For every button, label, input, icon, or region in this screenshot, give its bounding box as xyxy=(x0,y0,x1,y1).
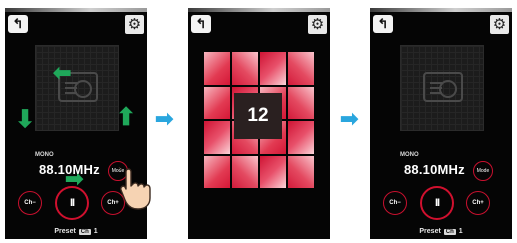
channel-badge: Ch xyxy=(78,229,91,235)
preset-indicator: Preset Ch 1 xyxy=(370,228,512,235)
album-art xyxy=(35,45,119,131)
status-strip xyxy=(370,8,512,12)
screen-3: ↰ ⚙ MONO 88.10MHz Mode Ch− II Ch+ Preset… xyxy=(370,8,512,239)
preset-number: 1 xyxy=(458,228,463,235)
channel-badge: Ch xyxy=(443,229,456,235)
frequency-display: 88.10MHz xyxy=(39,162,100,177)
album-art xyxy=(400,45,484,131)
preset-tile[interactable] xyxy=(288,86,314,119)
channel-down-button[interactable]: Ch− xyxy=(18,191,42,215)
preset-number-overlay: 12 xyxy=(234,93,282,139)
preset-tile[interactable] xyxy=(204,155,230,188)
preset-tile[interactable] xyxy=(204,121,230,154)
status-strip xyxy=(188,8,330,12)
preset-tile[interactable] xyxy=(204,86,230,119)
pause-button[interactable]: II xyxy=(55,186,89,220)
status-strip xyxy=(5,8,147,12)
tap-hand-icon xyxy=(118,166,151,210)
swipe-down-arrow-icon: ⬇ xyxy=(15,106,36,133)
settings-button[interactable]: ⚙ xyxy=(490,15,509,34)
radio-icon xyxy=(423,72,463,102)
preset-indicator: Preset Ch 1 xyxy=(5,228,147,235)
next-step-arrow-icon: ➡ xyxy=(155,106,174,131)
back-button[interactable]: ↰ xyxy=(373,15,393,33)
settings-button[interactable]: ⚙ xyxy=(125,15,144,34)
swipe-up-arrow-icon: ⬆ xyxy=(116,104,137,131)
preset-tile[interactable] xyxy=(260,52,286,85)
mode-button[interactable]: Mode xyxy=(473,161,493,181)
back-icon: ↰ xyxy=(195,16,207,31)
back-icon: ↰ xyxy=(12,16,24,31)
gear-icon: ⚙ xyxy=(127,16,142,33)
channel-down-button[interactable]: Ch− xyxy=(383,191,407,215)
preset-tile[interactable] xyxy=(288,121,314,154)
mono-label: MONO xyxy=(35,152,54,158)
back-button[interactable]: ↰ xyxy=(191,15,211,33)
back-icon: ↰ xyxy=(377,16,389,31)
preset-tile[interactable] xyxy=(232,52,258,85)
settings-button[interactable]: ⚙ xyxy=(308,15,327,34)
gear-icon: ⚙ xyxy=(310,16,325,33)
preset-tile[interactable] xyxy=(288,52,314,85)
channel-up-button[interactable]: Ch+ xyxy=(466,191,490,215)
preset-tile[interactable] xyxy=(260,155,286,188)
swipe-left-arrow-icon: ⬅ xyxy=(53,60,72,85)
next-step-arrow-icon: ➡ xyxy=(340,106,359,131)
preset-label: Preset xyxy=(54,228,76,235)
preset-label: Preset xyxy=(419,228,441,235)
pause-button[interactable]: II xyxy=(420,186,454,220)
screen-2: ↰ ⚙ 12 xyxy=(188,8,330,239)
preset-tile[interactable] xyxy=(204,52,230,85)
preset-tile[interactable] xyxy=(232,155,258,188)
back-button[interactable]: ↰ xyxy=(8,15,28,33)
mono-label: MONO xyxy=(400,152,419,158)
preset-tile[interactable] xyxy=(288,155,314,188)
gear-icon: ⚙ xyxy=(492,16,507,33)
frequency-display: 88.10MHz xyxy=(404,162,465,177)
preset-number: 1 xyxy=(93,228,98,235)
